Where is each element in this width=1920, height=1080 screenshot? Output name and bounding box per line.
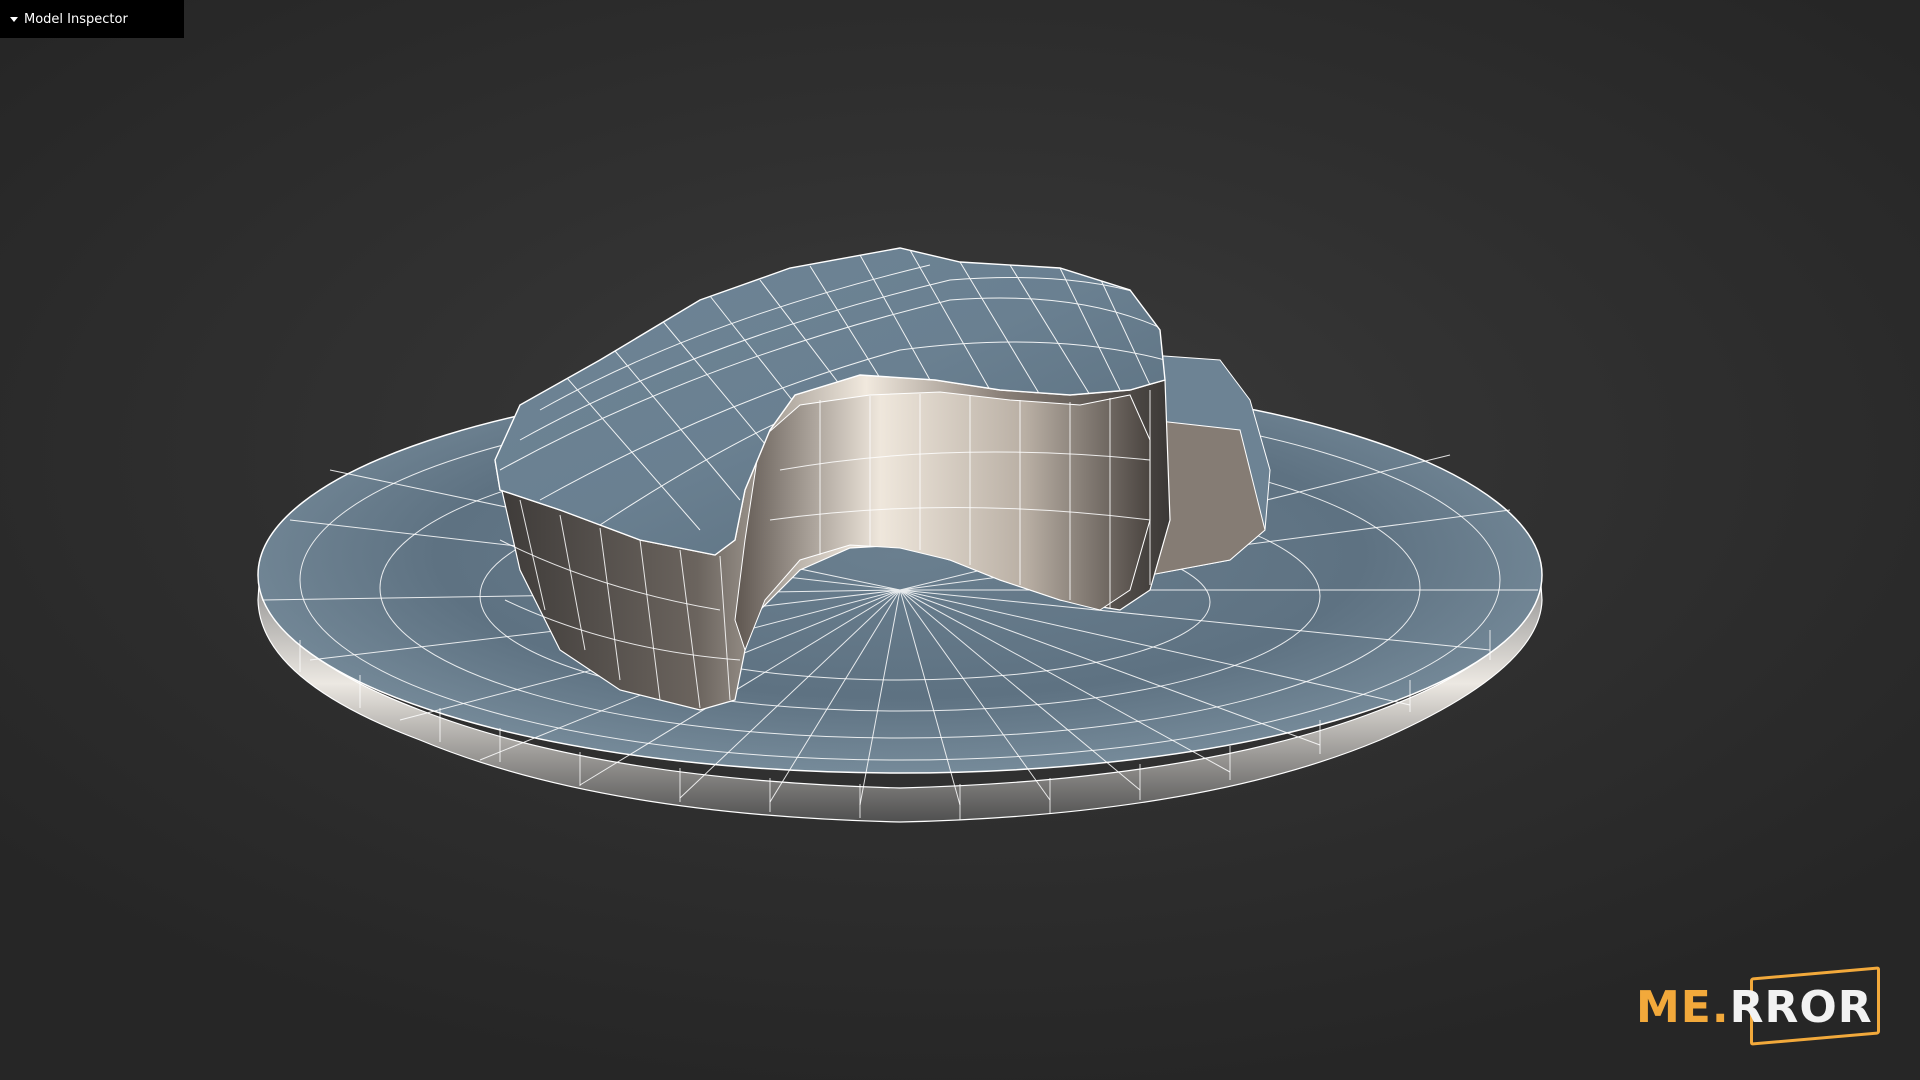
logo-part-2: RROR <box>1729 982 1873 1033</box>
3d-viewport[interactable]: Model Inspector ME.RROR <box>0 0 1920 1080</box>
caret-down-icon <box>10 17 18 22</box>
logo-text: ME.RROR <box>1636 982 1873 1033</box>
logo-part-1: ME. <box>1636 982 1730 1033</box>
merror-logo: ME.RROR <box>1630 966 1900 1050</box>
panel-title: Model Inspector <box>24 11 128 27</box>
model-render[interactable] <box>0 0 1920 1080</box>
model-inspector-toggle[interactable]: Model Inspector <box>0 0 184 38</box>
